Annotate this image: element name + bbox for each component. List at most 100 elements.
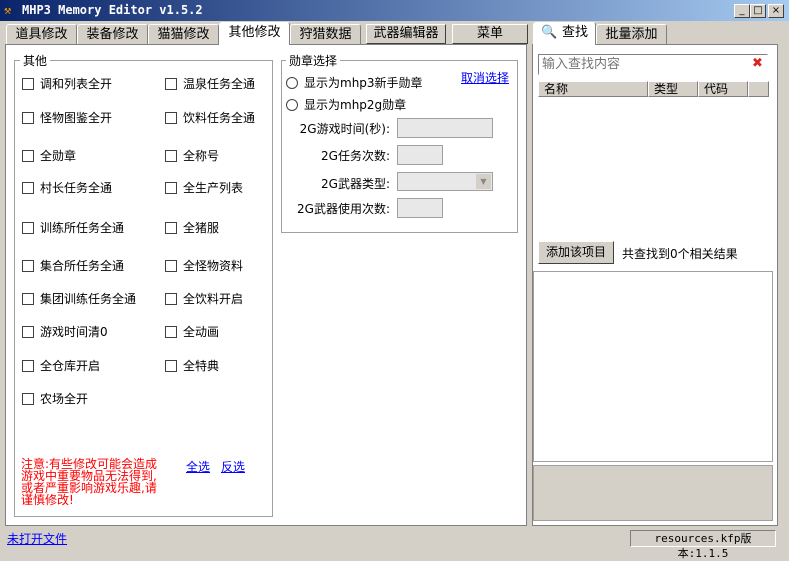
column-filler xyxy=(748,81,769,97)
weapon-type-label: 2G武器类型: xyxy=(321,177,390,191)
weapon-type-select[interactable]: ▼ xyxy=(397,172,493,191)
option-checkbox[interactable]: 全怪物资料 xyxy=(165,257,243,274)
game-time-input[interactable] xyxy=(397,118,493,138)
maximize-button[interactable]: □ xyxy=(750,4,766,18)
cancel-selection-link[interactable]: 取消选择 xyxy=(461,69,509,86)
results-list[interactable] xyxy=(538,97,769,235)
option-checkbox[interactable]: 集团训练任务全通 xyxy=(22,290,136,307)
option-checkbox[interactable]: 游戏时间清0 xyxy=(22,323,108,340)
radio-mhp3-medal[interactable]: 显示为mhp3新手勋章 xyxy=(286,74,423,91)
search-input[interactable] xyxy=(538,54,768,75)
search-icon: 🔍 xyxy=(541,25,558,40)
option-checkbox[interactable]: 全生产列表 xyxy=(165,179,243,196)
checkbox-box[interactable] xyxy=(22,325,34,338)
warning-text: 注意:有些修改可能会造成游戏中重要物品无法得到,或者严重影响游戏乐趣,请谨慎修改… xyxy=(21,457,158,507)
checkbox-label: 全勋章 xyxy=(40,149,77,163)
invert-selection-link[interactable]: 反选 xyxy=(221,458,245,475)
menu-button[interactable]: 菜单 xyxy=(452,24,528,44)
checkbox-label: 村长任务全通 xyxy=(40,181,113,195)
checkbox-label: 全饮料开启 xyxy=(183,292,244,306)
checkbox-box[interactable] xyxy=(22,392,34,405)
checkbox-box[interactable] xyxy=(22,149,34,162)
column-name[interactable]: 名称 xyxy=(538,81,648,97)
select-all-link[interactable]: 全选 xyxy=(186,458,210,475)
checkbox-label: 温泉任务全通 xyxy=(183,77,256,91)
minimize-button[interactable]: _ xyxy=(734,4,750,18)
tab-items[interactable]: 道具修改 xyxy=(6,24,77,45)
radio-label: 显示为mhp3新手勋章 xyxy=(304,76,423,90)
option-checkbox[interactable]: 怪物图鉴全开 xyxy=(22,109,112,126)
checkbox-box[interactable] xyxy=(22,221,34,234)
checkbox-label: 全生产列表 xyxy=(183,181,244,195)
radio-label: 显示为mhp2g勋章 xyxy=(304,98,407,112)
option-checkbox[interactable]: 集合所任务全通 xyxy=(22,257,124,274)
option-checkbox[interactable]: 全称号 xyxy=(165,147,219,164)
add-item-button[interactable]: 添加该项目 xyxy=(538,241,614,264)
column-code[interactable]: 代码 xyxy=(698,81,748,97)
result-count: 共查找到0个相关结果 xyxy=(622,247,738,261)
tab-equipment[interactable]: 装备修改 xyxy=(77,24,148,45)
checkbox-box[interactable] xyxy=(165,149,177,162)
option-checkbox[interactable]: 村长任务全通 xyxy=(22,179,112,196)
checkbox-box[interactable] xyxy=(165,77,177,90)
checkbox-label: 全特典 xyxy=(183,359,220,373)
checkbox-label: 训练所任务全通 xyxy=(40,221,125,235)
checkbox-box[interactable] xyxy=(165,259,177,272)
checkbox-box[interactable] xyxy=(165,325,177,338)
option-checkbox[interactable]: 全勋章 xyxy=(22,147,76,164)
column-type[interactable]: 类型 xyxy=(648,81,698,97)
checkbox-label: 集合所任务全通 xyxy=(40,259,125,273)
checkbox-box[interactable] xyxy=(165,181,177,194)
tab-other[interactable]: 其他修改 xyxy=(219,22,290,45)
option-checkbox[interactable]: 温泉任务全通 xyxy=(165,75,255,92)
tab-batch-add[interactable]: 批量添加 xyxy=(596,24,667,45)
radio-mhp2g-medal[interactable]: 显示为mhp2g勋章 xyxy=(286,96,406,113)
checkbox-label: 调和列表全开 xyxy=(40,77,113,91)
option-checkbox[interactable]: 全特典 xyxy=(165,357,219,374)
quest-count-label: 2G任务次数: xyxy=(321,149,390,163)
checkbox-box[interactable] xyxy=(22,181,34,194)
option-checkbox[interactable]: 全动画 xyxy=(165,323,219,340)
checkbox-label: 怪物图鉴全开 xyxy=(40,111,113,125)
option-checkbox[interactable]: 全猪服 xyxy=(165,219,219,236)
checkbox-box[interactable] xyxy=(165,359,177,372)
file-status-link[interactable]: 未打开文件 xyxy=(7,530,67,547)
checkbox-label: 全称号 xyxy=(183,149,220,163)
clear-icon[interactable]: ✖ xyxy=(752,56,763,71)
quest-count-input[interactable] xyxy=(397,145,443,165)
checkbox-box[interactable] xyxy=(22,292,34,305)
checkbox-box[interactable] xyxy=(22,259,34,272)
tab-cats[interactable]: 猫猫修改 xyxy=(148,24,219,45)
window-title: MHP3 Memory Editor v1.5.2 xyxy=(22,3,203,17)
option-checkbox[interactable]: 全仓库开启 xyxy=(22,357,100,374)
checkbox-box[interactable] xyxy=(165,292,177,305)
checkbox-box[interactable] xyxy=(165,221,177,234)
other-group xyxy=(14,60,273,517)
info-box xyxy=(533,465,773,521)
game-time-label: 2G游戏时间(秒): xyxy=(299,122,390,136)
app-icon: ⚒ xyxy=(4,3,12,17)
checkbox-label: 全动画 xyxy=(183,325,220,339)
checkbox-box[interactable] xyxy=(22,111,34,124)
tab-label: 查找 xyxy=(562,25,589,40)
medal-group-title: 勋章选择 xyxy=(286,52,341,69)
checkbox-label: 农场全开 xyxy=(40,392,89,406)
checkbox-label: 集团训练任务全通 xyxy=(40,292,137,306)
checkbox-box[interactable] xyxy=(165,111,177,124)
checkbox-box[interactable] xyxy=(22,359,34,372)
tab-hunt-data[interactable]: 狩猎数据 xyxy=(290,24,361,45)
checkbox-label: 游戏时间清0 xyxy=(40,325,108,339)
option-checkbox[interactable]: 全饮料开启 xyxy=(165,290,243,307)
chevron-down-icon: ▼ xyxy=(476,174,491,189)
option-checkbox[interactable]: 饮料任务全通 xyxy=(165,109,255,126)
close-button[interactable]: × xyxy=(768,4,784,18)
option-checkbox[interactable]: 训练所任务全通 xyxy=(22,219,124,236)
title-bar: ⚒ MHP3 Memory Editor v1.5.2 xyxy=(0,0,789,21)
weapon-use-input[interactable] xyxy=(397,198,443,218)
checkbox-label: 饮料任务全通 xyxy=(183,111,256,125)
option-checkbox[interactable]: 调和列表全开 xyxy=(22,75,112,92)
weapon-editor-button[interactable]: 武器编辑器 xyxy=(366,24,446,44)
tab-search[interactable]: 🔍 查找 xyxy=(533,22,596,45)
option-checkbox[interactable]: 农场全开 xyxy=(22,390,88,407)
checkbox-box[interactable] xyxy=(22,77,34,90)
